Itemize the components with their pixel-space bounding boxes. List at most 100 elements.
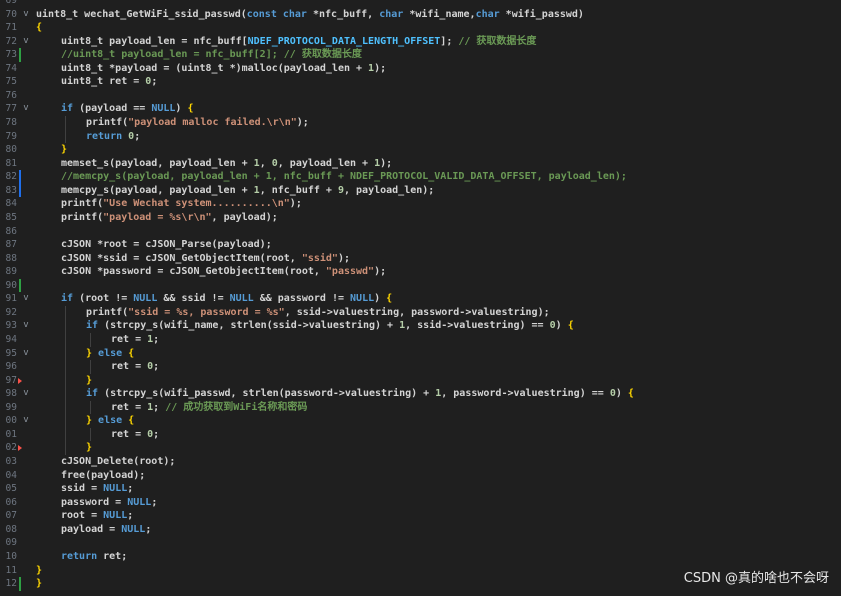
code-editor[interactable]: 69 70 v uint8_t wechat_GetWiFi_ssid_passwd(… xyxy=(0,0,841,596)
line-number: 88 xyxy=(5,252,17,264)
code-text: } else { xyxy=(86,414,134,428)
code-token: , payload_len + xyxy=(277,157,375,169)
code-line[interactable]: 04 free(payload); xyxy=(0,469,841,483)
line-number: 93 xyxy=(5,320,17,332)
code-line[interactable]: 81 memset_s(payload, payload_len + 1, 0, … xyxy=(0,157,841,171)
code-line[interactable]: 91 v if (root != NULL && ssid != NULL && p… xyxy=(0,292,841,306)
fold-chevron-icon[interactable]: v xyxy=(22,292,30,306)
line-number: 83 xyxy=(5,184,17,196)
line-number: 00 xyxy=(5,415,17,427)
code-token: , xyxy=(259,157,272,169)
code-line[interactable]: 77 v if (payload == NULL) { xyxy=(0,102,841,116)
code-text: if (root != NULL && ssid != NULL && pass… xyxy=(61,292,392,306)
code-text: return 0; xyxy=(86,130,140,144)
code-token: if xyxy=(86,388,99,400)
code-line[interactable]: 09 xyxy=(0,536,841,550)
code-line[interactable]: 92 printf("ssid = %s, password = %s", ssi… xyxy=(0,305,841,320)
code-line[interactable]: 03 cJSON_Delete(root); xyxy=(0,455,841,469)
code-token: wechat_GetWiFi_ssid_passwd( xyxy=(78,8,247,20)
code-token: { xyxy=(567,320,574,332)
line-number: 01 xyxy=(5,428,17,440)
code-token: ; xyxy=(134,130,141,142)
indent-guide xyxy=(65,319,66,333)
code-token: printf( xyxy=(61,211,104,223)
line-number: 80 xyxy=(5,144,17,156)
code-line[interactable]: 94 ret = 1; xyxy=(0,333,841,347)
fold-chevron-icon[interactable]: v xyxy=(22,347,30,361)
code-line[interactable]: 98 v if (strcpy_s(wifi_passwd, strlen(pass… xyxy=(0,387,841,401)
code-line[interactable]: 86 xyxy=(0,225,841,239)
code-line[interactable]: 08 payload = NULL; xyxy=(0,523,841,537)
code-line[interactable]: 01 ret = 0; xyxy=(0,427,841,442)
code-line[interactable]: 02} xyxy=(0,441,841,456)
diff-marker xyxy=(19,48,21,62)
code-text: } xyxy=(86,374,92,388)
fold-chevron-icon[interactable]: v xyxy=(22,414,30,428)
code-token: uint8_t xyxy=(36,8,79,20)
code-line[interactable]: 89 cJSON *password = cJSON_GetObjectItem(… xyxy=(0,265,841,279)
code-text: root = NULL; xyxy=(61,509,133,523)
code-line[interactable]: 93 v if (strcpy_s(wifi_name, strlen(ssid->… xyxy=(0,319,841,333)
code-token: (strcpy_s(wifi_name, strlen(ssid->values… xyxy=(98,320,400,332)
line-number: 81 xyxy=(5,157,17,169)
line-number: 84 xyxy=(5,198,17,210)
code-text: } xyxy=(36,564,42,578)
code-line[interactable]: 84 printf("Use Wechat system..........\n"… xyxy=(0,197,841,211)
code-line[interactable]: 99 ret = 1; // 成功获取到WiFi名称和密码 xyxy=(0,400,841,415)
code-text: printf("Use Wechat system..........\n"); xyxy=(61,197,302,211)
code-text: //memcpy_s(payload, payload_len + 1, nfc… xyxy=(61,170,627,184)
code-token: } xyxy=(86,442,93,454)
code-token: cJSON *root = cJSON_Parse(payload); xyxy=(61,239,272,251)
code-line[interactable]: 97} xyxy=(0,373,841,388)
code-token: , payload); xyxy=(211,211,278,223)
fold-chevron-icon[interactable]: v xyxy=(22,319,30,333)
code-line[interactable]: 80} xyxy=(0,143,841,157)
fold-chevron-icon[interactable]: v xyxy=(22,8,30,22)
indent-guide xyxy=(65,373,66,388)
code-token: // 获取数据长度 xyxy=(458,35,537,47)
code-line[interactable]: 73 //uint8_t payload_len = nfc_buff[2]; /… xyxy=(0,48,841,62)
code-line[interactable]: 90 xyxy=(0,278,841,293)
line-number: 97 xyxy=(5,374,17,386)
code-line[interactable]: 06 password = NULL; xyxy=(0,496,841,510)
code-line[interactable]: 82 //memcpy_s(payload, payload_len + 1, n… xyxy=(0,170,841,184)
code-line[interactable]: 76 xyxy=(0,89,841,103)
code-token: ); xyxy=(289,198,302,210)
code-token: ) xyxy=(374,293,387,305)
code-line[interactable]: 75 uint8_t ret = 0; xyxy=(0,75,841,89)
code-token: ); xyxy=(374,62,387,74)
code-line[interactable]: 10 return ret; xyxy=(0,550,841,564)
code-token: , ssid->valuestring, password->valuestri… xyxy=(284,306,550,318)
code-text: } xyxy=(86,441,92,455)
code-line[interactable]: 07 root = NULL; xyxy=(0,509,841,523)
fold-chevron-icon[interactable]: v xyxy=(22,35,30,49)
code-line[interactable]: 72 v uint8_t payload_len = nfc_buff[NDEF_P… xyxy=(0,35,841,49)
line-number: 73 xyxy=(5,49,17,61)
code-line[interactable]: 71 { xyxy=(0,21,841,35)
code-line[interactable]: 85 printf("payload = %s\r\n", payload); xyxy=(0,211,841,225)
breakpoint-marker xyxy=(18,377,22,384)
code-token: (strcpy_s(wifi_passwd, strlen(password->… xyxy=(98,388,436,400)
fold-chevron-icon[interactable]: v xyxy=(22,387,30,401)
code-text: { xyxy=(36,21,42,35)
code-line[interactable]: 79 return 0; xyxy=(0,129,841,144)
line-number: 10 xyxy=(5,550,17,562)
code-text: memset_s(payload, payload_len + 1, 0, pa… xyxy=(61,157,392,171)
line-number: 71 xyxy=(5,22,17,34)
code-line[interactable]: 88 cJSON *ssid = cJSON_GetObjectItem(root… xyxy=(0,252,841,266)
code-line[interactable]: 87 cJSON *root = cJSON_Parse(payload); xyxy=(0,238,841,252)
code-line[interactable]: 74 uint8_t *payload = (uint8_t *)malloc(p… xyxy=(0,62,841,76)
code-line[interactable]: 70 v uint8_t wechat_GetWiFi_ssid_passwd(co… xyxy=(0,8,841,22)
fold-chevron-icon[interactable]: v xyxy=(22,102,30,116)
code-line[interactable]: 83 memcpy_s(payload, payload_len + 1, nfc… xyxy=(0,183,841,198)
code-line[interactable]: 00 v } else { xyxy=(0,414,841,428)
code-token: uint8_t ret = xyxy=(61,76,146,88)
code-line[interactable]: 05 ssid = NULL; xyxy=(0,482,841,496)
line-number: 70 xyxy=(5,8,17,20)
code-line[interactable]: 96 ret = 0; xyxy=(0,360,841,374)
code-line[interactable]: 69 xyxy=(0,0,841,8)
code-line[interactable]: 95 v} else { xyxy=(0,346,841,361)
indent-guide xyxy=(65,387,66,401)
code-line[interactable]: 78 printf("payload malloc failed.\r\n"); xyxy=(0,116,841,130)
code-token: if xyxy=(61,293,74,305)
